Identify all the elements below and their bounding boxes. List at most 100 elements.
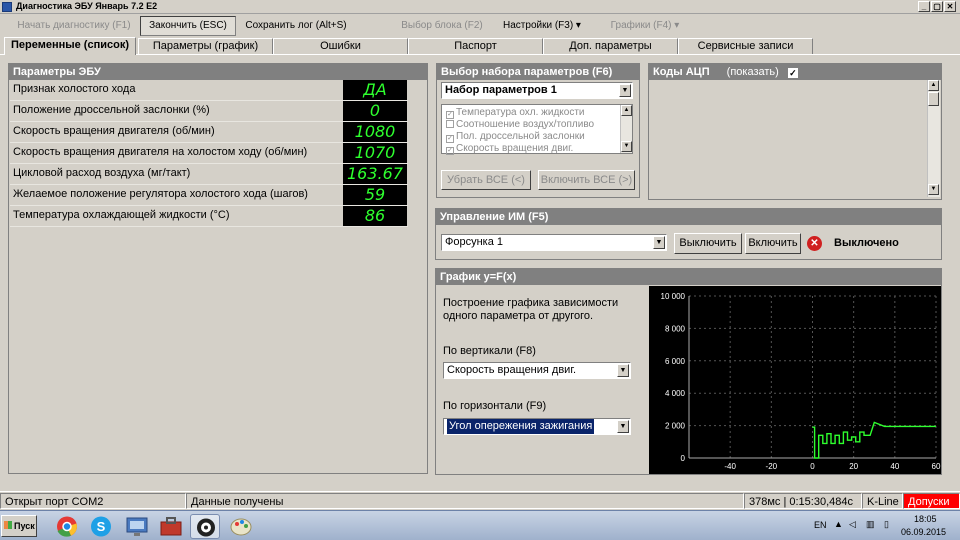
network-monitor-icon[interactable] (122, 514, 152, 539)
checkbox-icon: ✓ (446, 111, 454, 119)
chart-y-tick-label: 2 000 (665, 422, 686, 431)
toolbar: Начать диагностику (F1) Закончить (ESC) … (0, 15, 960, 37)
graphs-menu[interactable]: Графики (F4) ▾ (606, 15, 684, 37)
volume-icon[interactable]: ◁ (849, 519, 856, 530)
battery-icon[interactable]: ▯ (884, 519, 889, 530)
remove-all-button[interactable]: Убрать ВСЕ (<) (441, 170, 531, 190)
adc-show-label: (показать) (726, 66, 779, 78)
window-title: Диагностика ЭБУ Январь 7.2 E2 (16, 1, 158, 11)
horizontal-axis-select[interactable]: Угол опережения зажигания ▼ (443, 418, 631, 435)
horizontal-axis-label: По горизонтали (F9) (443, 400, 547, 412)
scroll-thumb[interactable] (928, 92, 939, 106)
paint-icon[interactable] (226, 514, 256, 539)
close-button[interactable]: ✕ (944, 1, 956, 12)
chevron-down-icon[interactable]: ▼ (617, 364, 629, 377)
ecu-param-label: Положение дроссельной заслонки (%) (13, 104, 210, 116)
clock-time[interactable]: 18:05 (914, 514, 937, 524)
language-indicator[interactable]: EN (814, 520, 827, 530)
chevron-down-icon[interactable]: ▼ (619, 84, 631, 97)
clock-date[interactable]: 06.09.2015 (901, 527, 946, 537)
ecu-diagnostics-taskbar-icon[interactable] (190, 514, 220, 539)
chart-x-tick-label: 0 (810, 462, 815, 471)
param-checklist[interactable]: ✓ Температура охл. жидкости Соотношение в… (441, 104, 633, 155)
start-diagnostics-button[interactable]: Начать диагностику (F1) (10, 15, 138, 37)
checklist-scrollbar[interactable]: ▲ ▼ (620, 105, 632, 153)
actuator-select[interactable]: Форсунка 1 ▼ (441, 234, 667, 251)
checkbox-icon: ✓ (446, 147, 454, 155)
param-check-item[interactable]: ✓ Температура охл. жидкости (446, 107, 585, 119)
param-check-item[interactable]: ✓ Пол. дроссельной заслонки (446, 131, 585, 143)
tab-passport[interactable]: Паспорт (408, 38, 543, 54)
horizontal-axis-value: Угол опережения зажигания (447, 419, 595, 434)
title-bar: Диагностика ЭБУ Январь 7.2 E2 _ ▢ ✕ (0, 0, 960, 14)
scroll-up-icon[interactable]: ▲ (928, 80, 939, 91)
tab-extra-params[interactable]: Доп. параметры (543, 38, 678, 54)
chart-background (649, 286, 941, 474)
param-set-value: Набор параметров 1 (445, 84, 557, 96)
tab-params-graph[interactable]: Параметры (график) (138, 38, 273, 54)
error-stop-icon: ✕ (807, 236, 822, 251)
ecu-param-value: 0 (343, 101, 407, 121)
scroll-down-icon[interactable]: ▼ (621, 141, 632, 152)
tab-divider (0, 54, 960, 55)
windows-logo-icon (4, 521, 12, 529)
chart-x-tick-label: -40 (724, 462, 736, 471)
tray-arrow-icon[interactable]: ▲ (834, 519, 843, 529)
ecu-param-value: 163.67 (343, 164, 407, 184)
vertical-axis-select[interactable]: Скорость вращения двиг. ▼ (443, 362, 631, 379)
chevron-down-icon[interactable]: ▼ (653, 236, 665, 249)
yfx-chart: 0 2 000 4 000 6 000 8 000 10 000 -40 -20 0 20 40 60 (649, 286, 941, 474)
save-log-button[interactable]: Сохранить лог (Alt+S) (240, 15, 352, 37)
turn-on-button[interactable]: Включить (745, 233, 801, 254)
ecu-param-label: Температура охлаждающей жидкости (°С) (13, 209, 230, 221)
status-bar: Открыт порт COM2 Данные получены 378мс |… (0, 491, 960, 509)
ecu-param-label: Признак холостого хода (13, 83, 136, 95)
app-icon (2, 2, 12, 12)
ecu-params-header: Параметры ЭБУ (9, 64, 427, 80)
chart-y-tick-label: 8 000 (665, 324, 686, 333)
ecu-param-value: 86 (343, 206, 407, 226)
chart-y-tick-label: 10 000 (661, 292, 686, 301)
adc-scrollbar[interactable]: ▲ ▼ (927, 80, 940, 197)
ecu-param-label: Скорость вращения двигателя на холостом … (13, 146, 308, 158)
stop-button[interactable]: Закончить (ESC) (140, 16, 236, 36)
chrome-icon[interactable] (52, 514, 82, 539)
restore-button[interactable]: ▢ (931, 1, 943, 12)
actuator-value: Форсунка 1 (445, 236, 504, 248)
block-select-button[interactable]: Выбор блока (F2) (396, 15, 488, 37)
skype-icon[interactable]: S (86, 514, 116, 539)
param-check-item[interactable]: ✓ Скорость вращения двиг. (446, 143, 573, 155)
scroll-up-icon[interactable]: ▲ (621, 105, 632, 116)
tab-errors[interactable]: Ошибки (273, 38, 408, 54)
im-control-header: Управление ИМ (F5) (436, 209, 941, 225)
settings-menu[interactable]: Настройки (F3) ▾ (500, 15, 584, 37)
ecu-param-row: Желаемое положение регулятора холостого … (10, 185, 408, 206)
param-check-item[interactable]: Соотношение воздух/топливо (446, 119, 594, 130)
ecu-param-value: 59 (343, 185, 407, 205)
ecu-param-label: Желаемое положение регулятора холостого … (13, 188, 308, 200)
tab-service-records[interactable]: Сервисные записи (678, 38, 813, 54)
chart-x-tick-label: -20 (766, 462, 778, 471)
adc-panel: Коды АЦП (показать) ✓ (648, 63, 942, 200)
param-set-select[interactable]: Набор параметров 1 ▼ (441, 82, 633, 99)
taskbar: Пуск S EN ▲ ◁ ▥ ▯ 18:05 06.09.2015 (0, 510, 960, 540)
tolerance-indicator[interactable]: Допуски (903, 493, 960, 509)
adc-header: Коды АЦП (показать) ✓ (649, 64, 941, 80)
ecu-param-value: ДА (343, 80, 407, 100)
network-tray-icon[interactable]: ▥ (866, 519, 875, 530)
minimize-button[interactable]: _ (918, 1, 930, 12)
vertical-axis-label: По вертикали (F8) (443, 345, 536, 357)
toolbox-icon[interactable] (156, 514, 186, 539)
vertical-axis-value: Скорость вращения двиг. (447, 364, 577, 376)
add-all-button[interactable]: Включить ВСЕ (>) (538, 170, 635, 190)
timing-status: 378мс | 0:15:30,484с (744, 493, 862, 509)
tab-variables-list[interactable]: Переменные (список) (4, 37, 136, 55)
chart-x-tick-label: 60 (932, 462, 941, 471)
start-button[interactable]: Пуск (1, 515, 37, 537)
turn-off-button[interactable]: Выключить (674, 233, 742, 254)
protocol-status: K-Line (862, 493, 903, 509)
scroll-down-icon[interactable]: ▼ (928, 184, 939, 195)
chevron-down-icon[interactable]: ▼ (617, 420, 629, 433)
ecu-param-row: Цикловой расход воздуха (мг/такт) 163.67 (10, 164, 408, 185)
adc-show-checkbox[interactable]: ✓ (787, 68, 798, 78)
